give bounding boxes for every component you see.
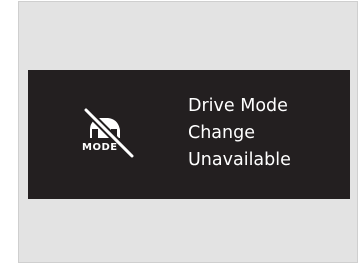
mode-icon-text: MODE	[82, 142, 118, 153]
message-line-3: Unavailable	[188, 150, 291, 170]
message-line-1: Drive Mode	[188, 96, 288, 116]
notification-message: Drive Mode Change Unavailable	[188, 93, 291, 174]
drive-mode-unavailable-icon: MODE	[80, 104, 140, 164]
notification-banner: MODE Drive Mode Change Unavailable	[28, 70, 350, 199]
message-panel: MODE Drive Mode Change Unavailable	[18, 1, 358, 263]
message-line-2: Change	[188, 123, 256, 143]
